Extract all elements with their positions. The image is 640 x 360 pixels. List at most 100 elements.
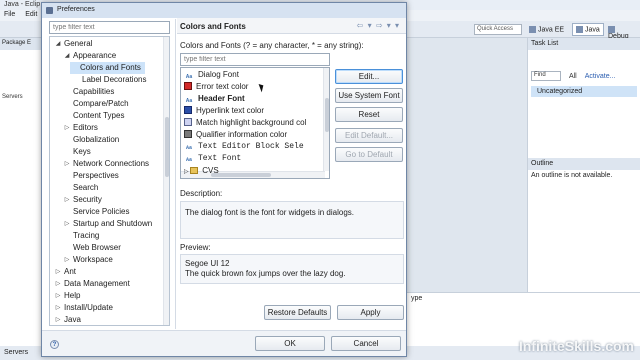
collapsed-arrow-icon[interactable]: ▷	[54, 290, 62, 302]
colors-fonts-item[interactable]: Error text color	[184, 81, 248, 93]
expanded-arrow-icon[interactable]: ◢	[63, 50, 71, 62]
edit-button[interactable]: Edit...	[335, 69, 403, 84]
use-system-font-button[interactable]: Use System Font	[335, 88, 403, 103]
tree-item[interactable]: Content Types	[63, 110, 124, 122]
page-header: Colors and Fonts ⇦ ▾ ⇨ ▾ ▾	[177, 18, 406, 34]
tree-item[interactable]: ▷ Security	[63, 194, 102, 206]
tree-item-label: Compare/Patch	[73, 99, 129, 108]
collapsed-arrow-icon[interactable]: ▷	[54, 302, 62, 314]
preview-label: Preview:	[180, 243, 211, 252]
tree-item[interactable]: Keys	[63, 146, 91, 158]
collapsed-arrow-icon[interactable]: ▷	[63, 122, 71, 134]
colors-fonts-item-label: Text Font	[198, 154, 242, 163]
watermark-logo: InfiniteSkills.com	[518, 338, 634, 354]
debug-icon	[608, 26, 615, 33]
expanded-arrow-icon[interactable]: ◢	[54, 38, 62, 50]
tree-item[interactable]: Label Decorations	[72, 74, 146, 86]
collapsed-arrow-icon[interactable]: ▷	[54, 266, 62, 278]
tree-item[interactable]: ▷ Network Connections	[63, 158, 149, 170]
cancel-button[interactable]: Cancel	[331, 336, 401, 351]
tree-item[interactable]: ▷ Install/Update	[54, 302, 113, 314]
task-find-input[interactable]: Find	[531, 71, 561, 81]
tree-item[interactable]: Web Browser	[63, 242, 121, 254]
tree-item[interactable]: Perspectives	[63, 170, 119, 182]
perspective-java[interactable]: Java	[572, 23, 604, 36]
tree-item[interactable]: ▷ Data Management	[54, 278, 130, 290]
dialog-sash[interactable]	[175, 19, 176, 329]
colors-filter-input[interactable]	[180, 53, 330, 66]
outline-tab[interactable]: Outline	[528, 158, 640, 170]
task-list-tab[interactable]: Task List	[528, 38, 640, 50]
menu-file[interactable]: File	[4, 11, 15, 18]
tree-item[interactable]: Service Policies	[63, 206, 129, 218]
restore-defaults-button[interactable]: Restore Defaults	[264, 305, 331, 320]
fontlist-vscrollbar[interactable]	[323, 68, 329, 171]
tree-item[interactable]: Search	[63, 182, 98, 194]
package-explorer-view: Package E Servers	[0, 38, 44, 346]
help-icon[interactable]: ?	[50, 340, 59, 349]
tree-item[interactable]: ◢ Appearance	[63, 50, 116, 62]
tree-item[interactable]: ▷ Java	[54, 314, 81, 325]
colors-fonts-item[interactable]: Aa Text Font	[184, 153, 241, 165]
outline-message: An outline is not available.	[531, 172, 613, 179]
tree-scrollbar[interactable]	[163, 37, 169, 325]
collapsed-arrow-icon[interactable]: ▷	[54, 314, 62, 325]
tree-item-label: Capabilities	[73, 87, 115, 96]
tree-item[interactable]: ▷ Startup and Shutdown	[63, 218, 152, 230]
task-all-link[interactable]: All	[569, 73, 577, 80]
task-activate-link[interactable]: Activate...	[585, 73, 616, 80]
collapsed-arrow-icon[interactable]: ▷	[63, 194, 71, 206]
colors-fonts-item[interactable]: Aa Dialog Font	[184, 69, 239, 81]
apply-button[interactable]: Apply	[337, 305, 404, 320]
preferences-filter-input[interactable]	[49, 21, 170, 34]
servers-item[interactable]: Servers	[0, 90, 43, 104]
collapsed-arrow-icon[interactable]: ▷	[54, 278, 62, 290]
tree-item[interactable]: Tracing	[63, 230, 99, 242]
colors-fonts-item[interactable]: Aa Text Editor Block Sele	[184, 141, 304, 153]
fontlist-hscroll-thumb[interactable]	[211, 173, 271, 177]
task-list-toolbar: Find All Activate...	[528, 68, 640, 84]
dialog-title: Preferences	[57, 6, 95, 13]
tree-item[interactable]: ▷ Ant	[54, 266, 76, 278]
tree-item[interactable]: ▷ Help	[54, 290, 81, 302]
colors-fonts-item-label: Match highlight background col	[196, 118, 307, 127]
tree-item-label: Keys	[73, 147, 91, 156]
perspective-debug[interactable]: Debug	[604, 23, 640, 40]
tree-item[interactable]: Globalization	[63, 134, 119, 146]
tree-item[interactable]: Compare/Patch	[63, 98, 129, 110]
tree-item[interactable]: Capabilities	[63, 86, 114, 98]
go-to-default-button[interactable]: Go to Default	[335, 147, 403, 162]
collapsed-arrow-icon[interactable]: ▷	[63, 218, 71, 230]
tree-scrollbar-thumb[interactable]	[165, 117, 169, 177]
tree-item-label: Help	[64, 291, 81, 300]
task-category-uncategorized[interactable]: Uncategorized	[531, 86, 637, 97]
ok-button[interactable]: OK	[255, 336, 325, 351]
perspective-label: Java	[585, 26, 600, 34]
reset-button[interactable]: Reset	[335, 107, 403, 122]
tree-item-label: Service Policies	[73, 207, 130, 216]
fontlist-vscroll-thumb[interactable]	[325, 98, 329, 132]
tree-item[interactable]: ▷ Workspace	[63, 254, 113, 266]
tree-item[interactable]: ▷ Editors	[63, 122, 98, 134]
colors-fonts-item-label: Hyperlink text color	[196, 106, 265, 115]
color-blue-icon	[184, 106, 192, 114]
menu-edit[interactable]: Edit	[25, 11, 37, 18]
tree-item-label: General	[64, 39, 93, 48]
history-nav-icons[interactable]: ⇦ ▾ ⇨ ▾ ▾	[357, 21, 400, 30]
tree-item[interactable]: ◢ General	[54, 38, 93, 50]
page-title: Colors and Fonts	[180, 22, 246, 31]
collapsed-arrow-icon[interactable]: ▷	[63, 254, 71, 266]
tree-item[interactable]: Colors and Fonts	[70, 62, 145, 74]
package-explorer-tab[interactable]: Package E	[0, 38, 43, 50]
preferences-tree[interactable]: ◢ General ◢ Appearance Colors and Fonts Label…	[49, 36, 170, 326]
edit-default-button[interactable]: Edit Default...	[335, 128, 403, 143]
colors-fonts-item[interactable]: Hyperlink text color	[184, 105, 264, 117]
colors-fonts-item[interactable]: Aa Header Font	[184, 93, 245, 105]
colors-fonts-item[interactable]: Match highlight background col	[184, 117, 306, 129]
colors-fonts-item[interactable]: Qualifier information color	[184, 129, 287, 141]
collapsed-arrow-icon[interactable]: ▷	[63, 158, 71, 170]
colors-fonts-tree[interactable]: Aa Dialog Font Error text color Aa Header Fo…	[180, 67, 330, 179]
colors-fonts-item[interactable]: ▷ CVS	[184, 165, 219, 177]
perspective-java-ee[interactable]: Java EE	[525, 23, 568, 36]
quick-access-input[interactable]: Quick Access	[474, 24, 522, 35]
